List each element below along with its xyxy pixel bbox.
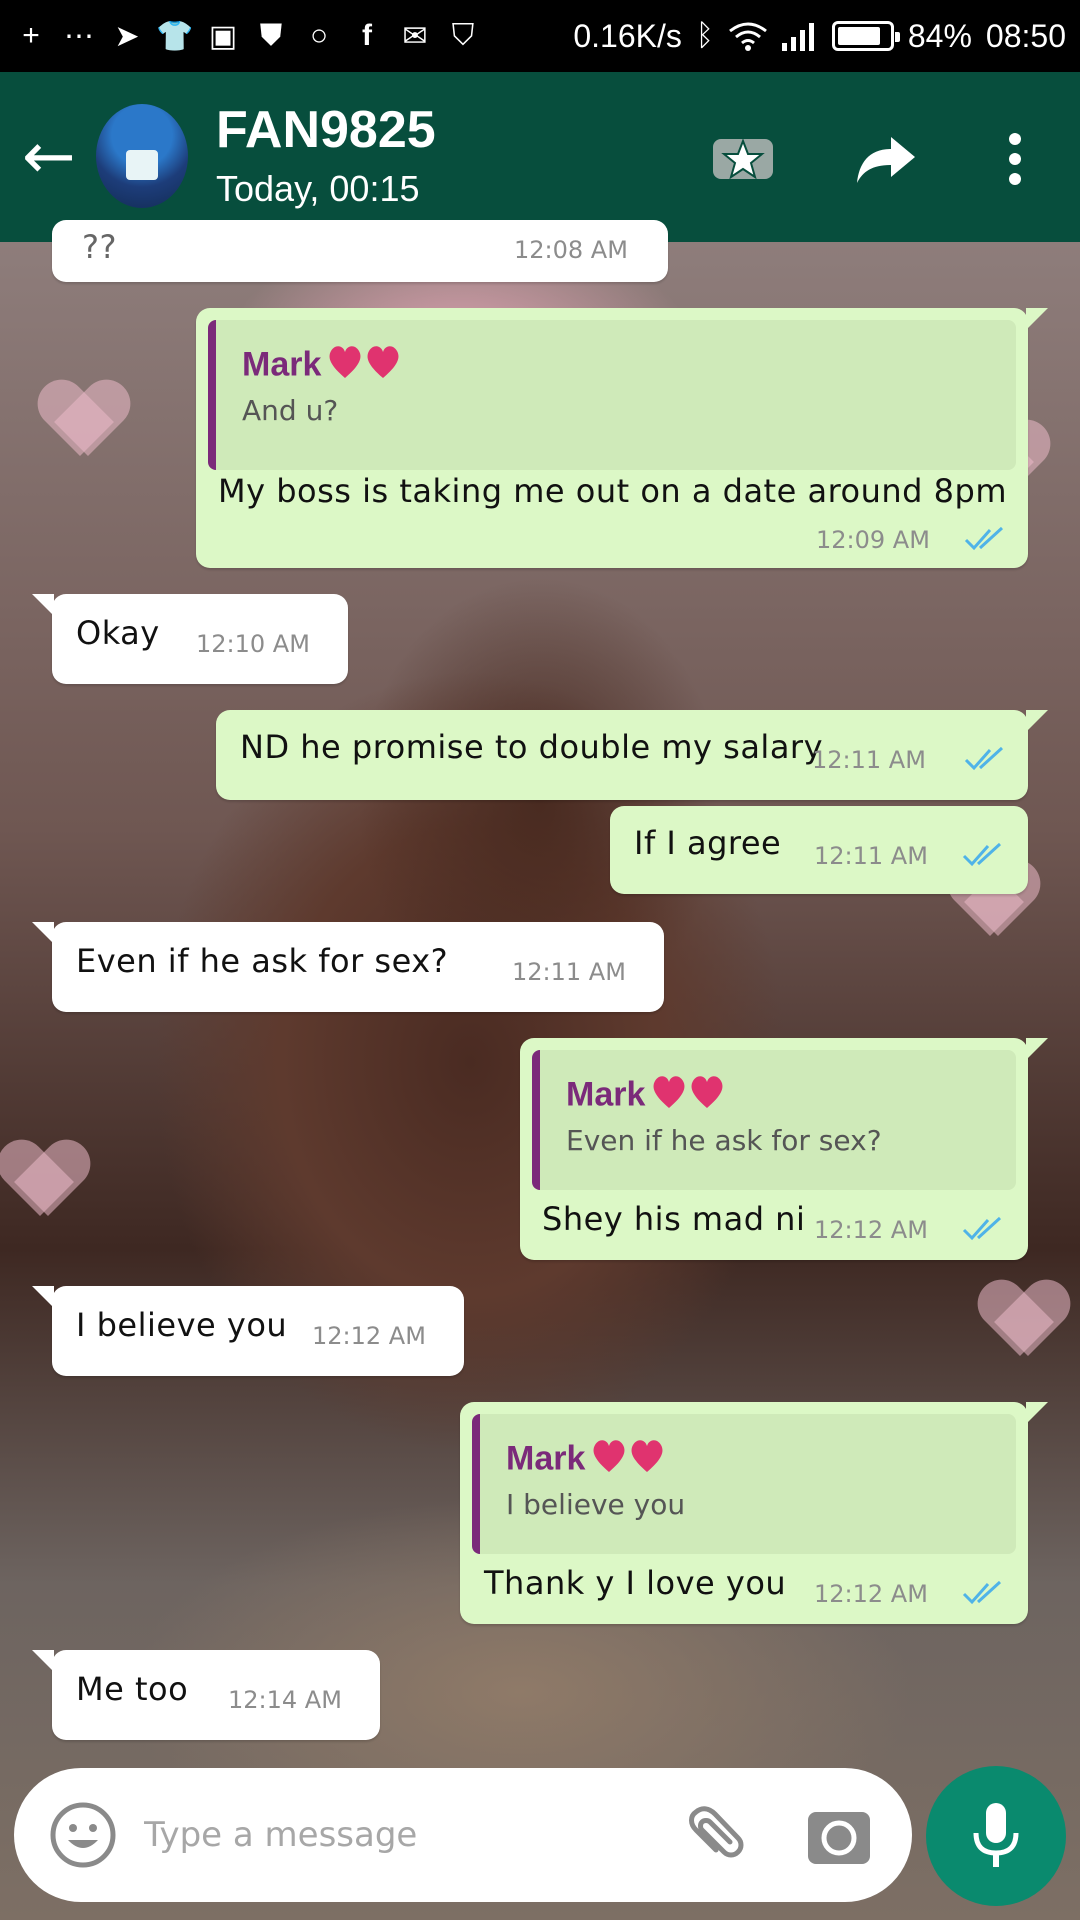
gallery-icon: ▣ xyxy=(208,19,238,53)
plus-icon: + xyxy=(22,19,40,52)
message-time: 12:14 AM xyxy=(228,1686,342,1714)
message-bubble-incoming[interactable]: Even if he ask for sex? 12:11 AM xyxy=(32,922,664,1012)
telegram-icon: ➤ xyxy=(114,19,140,53)
message-bubble-outgoing[interactable]: Mark I believe you Thank y I love you 12… xyxy=(460,1402,1048,1624)
message-text: Me too xyxy=(76,1670,189,1708)
avatar[interactable] xyxy=(96,104,188,208)
star-icon[interactable] xyxy=(708,124,778,194)
shirt-icon: 👕 xyxy=(156,19,194,53)
message-text: Even if he ask for sex? xyxy=(76,942,449,980)
contact-name[interactable]: FAN9825 xyxy=(216,100,436,160)
chat-header: ← FAN9825 Today, 00:15 xyxy=(0,72,1080,242)
hearts-emoji-icon xyxy=(591,1436,667,1485)
message-bubble-incoming[interactable]: ?? 12:08 AM xyxy=(52,220,668,282)
clock: 08:50 xyxy=(985,17,1066,54)
quoted-message[interactable]: Mark And u? xyxy=(208,320,1016,470)
hearts-emoji-icon xyxy=(327,342,403,391)
message-text: Okay xyxy=(76,614,160,652)
mic-button[interactable] xyxy=(926,1766,1066,1906)
message-text: Shey his mad ni xyxy=(542,1200,806,1238)
message-time: 12:12 AM xyxy=(312,1322,426,1350)
read-ticks-icon xyxy=(962,842,1002,867)
message-bubble-incoming[interactable]: Me too 12:14 AM xyxy=(32,1650,380,1740)
message-time: 12:11 AM xyxy=(812,746,926,774)
message-time: 12:10 AM xyxy=(196,630,310,658)
heart-decoration xyxy=(980,1282,1060,1362)
message-time: 12:12 AM xyxy=(814,1580,928,1608)
last-seen: Today, 00:15 xyxy=(216,168,420,209)
read-ticks-icon xyxy=(962,1580,1002,1605)
message-bubble-incoming[interactable]: Okay 12:10 AM xyxy=(32,594,348,684)
more-options-icon[interactable] xyxy=(980,124,1050,194)
read-ticks-icon xyxy=(962,1216,1002,1241)
message-text: My boss is taking me out on a date aroun… xyxy=(218,472,1007,510)
quoted-sender: Mark xyxy=(566,1072,727,1121)
quoted-message[interactable]: Mark I believe you xyxy=(472,1414,1016,1554)
network-speed: 0.16K/s xyxy=(573,17,682,54)
message-input[interactable] xyxy=(144,1800,664,1870)
message-text: ?? xyxy=(82,228,117,266)
camera-icon[interactable] xyxy=(806,1804,872,1866)
hearts-emoji-icon xyxy=(651,1072,727,1121)
message-text: I believe you xyxy=(76,1306,288,1344)
quoted-message[interactable]: Mark Even if he ask for sex? xyxy=(532,1050,1016,1190)
message-composer xyxy=(14,1768,912,1902)
chat-icon: ○ xyxy=(309,19,329,52)
message-time: 12:08 AM xyxy=(514,236,628,264)
message-time: 12:12 AM xyxy=(814,1216,928,1244)
bluetooth-icon: ᛒ xyxy=(695,19,714,52)
read-ticks-icon xyxy=(964,746,1004,771)
message-text: ND he promise to double my salary xyxy=(240,728,824,766)
shield-icon: ⛊ xyxy=(259,19,283,52)
attachment-icon[interactable] xyxy=(676,1802,746,1872)
heart-decoration xyxy=(40,382,120,462)
facebook-icon: f xyxy=(362,19,372,52)
message-text: If I agree xyxy=(634,824,782,862)
heart-decoration xyxy=(0,1142,80,1222)
status-bar: + ⋯ ➤ 👕 ▣ ⛊ ○ f ✉ ⛉ 0.16K/s ᛒ 84% 08:50 xyxy=(0,0,1080,72)
quoted-sender: Mark xyxy=(506,1436,667,1485)
battery-icon xyxy=(831,21,900,51)
message-bubble-incoming[interactable]: I believe you 12:12 AM xyxy=(32,1286,464,1376)
battery-percent: 84% xyxy=(907,17,972,54)
mic-icon xyxy=(973,1803,1019,1867)
emoji-icon[interactable] xyxy=(48,1800,118,1870)
message-bubble-outgoing[interactable]: If I agree 12:11 AM xyxy=(610,806,1028,894)
message-time: 12:09 AM xyxy=(816,526,930,554)
notification-icons: + ⋯ ➤ 👕 ▣ ⛊ ○ f ✉ ⛉ xyxy=(14,19,573,53)
quoted-text: Even if he ask for sex? xyxy=(566,1124,882,1157)
message-time: 12:11 AM xyxy=(814,842,928,870)
read-ticks-icon xyxy=(964,526,1004,551)
message-bubble-outgoing[interactable]: Mark Even if he ask for sex? Shey his ma… xyxy=(520,1038,1048,1260)
gmail-icon: ✉ xyxy=(402,19,428,53)
message-bubble-outgoing[interactable]: Mark And u? My boss is taking me out on … xyxy=(196,308,1048,568)
signal-icon xyxy=(781,23,814,51)
wifi-icon xyxy=(728,22,767,51)
forward-call-icon[interactable] xyxy=(852,124,922,194)
message-bubble-outgoing[interactable]: ND he promise to double my salary 12:11 … xyxy=(216,710,1048,800)
quoted-text: I believe you xyxy=(506,1488,686,1521)
more-dots-icon: ⋯ xyxy=(64,19,94,53)
quoted-text: And u? xyxy=(242,394,339,427)
message-time: 12:11 AM xyxy=(512,958,626,986)
shield-outline-icon: ⛉ xyxy=(451,19,475,52)
message-text: Thank y I love you xyxy=(484,1564,787,1602)
quoted-sender: Mark xyxy=(242,342,403,391)
